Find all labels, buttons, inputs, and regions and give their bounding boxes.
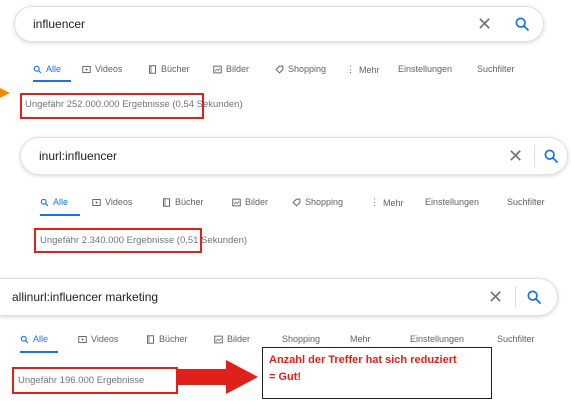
tab-bilder[interactable]: Bilder	[232, 197, 268, 207]
book-icon	[163, 197, 170, 207]
tab-videos[interactable]: Videos	[92, 197, 132, 207]
more-vert-icon: ⋮	[346, 64, 355, 74]
tab-alle[interactable]: Alle	[33, 64, 61, 74]
callout-line-1: Anzahl der Treffer hat sich reduziert	[269, 354, 457, 366]
tab-buecher[interactable]: Bücher	[162, 197, 204, 207]
tab-videos[interactable]: Videos	[82, 64, 122, 74]
tab-einstellungen[interactable]: Einstellungen	[398, 64, 452, 74]
annotation-arrow-head	[226, 360, 258, 394]
tab-einstellungen[interactable]: Einstellungen	[410, 334, 464, 344]
tab-mehr[interactable]: ⋮ Mehr	[370, 197, 404, 208]
tab-alle[interactable]: Alle	[40, 197, 68, 207]
video-icon	[78, 335, 87, 343]
search-icon	[33, 65, 42, 73]
search-box-2[interactable]: inurl:influencer ✕	[20, 137, 568, 175]
divider	[515, 286, 516, 308]
annotation-callout: Anzahl der Treffer hat sich reduziert = …	[262, 347, 492, 399]
search-query-3[interactable]: allinurl:influencer marketing	[12, 290, 158, 304]
tab-shopping[interactable]: Shopping	[282, 334, 320, 344]
video-icon	[92, 198, 101, 206]
tab-suchfilter[interactable]: Suchfilter	[477, 64, 515, 74]
search-query-2[interactable]: inurl:influencer	[39, 149, 117, 163]
search-icon	[40, 198, 49, 206]
close-icon[interactable]: ✕	[508, 147, 523, 165]
search-query-1[interactable]: influencer	[33, 17, 85, 31]
annotation-arrow-shaft	[178, 369, 228, 385]
highlight-box	[12, 367, 178, 394]
search-icon[interactable]	[543, 148, 559, 164]
search-box-3[interactable]: allinurl:influencer marketing ✕	[0, 278, 558, 316]
book-icon	[147, 334, 154, 344]
tab-shopping[interactable]: Shopping	[275, 64, 326, 74]
callout-line-2: = Gut!	[269, 371, 302, 383]
tab-suchfilter[interactable]: Suchfilter	[497, 334, 535, 344]
book-icon	[149, 64, 156, 74]
highlight-box	[20, 93, 204, 119]
image-icon	[214, 335, 223, 343]
more-vert-icon: ⋮	[370, 197, 379, 207]
tab-shopping[interactable]: Shopping	[292, 197, 343, 207]
image-icon	[213, 65, 222, 73]
tag-icon	[292, 198, 301, 207]
tab-alle[interactable]: Alle	[20, 334, 48, 344]
tab-mehr[interactable]: Mehr	[350, 334, 371, 344]
search-icon[interactable]	[526, 289, 542, 305]
tab-bilder[interactable]: Bilder	[214, 334, 250, 344]
tag-icon	[275, 65, 284, 74]
active-tab-underline	[33, 80, 71, 82]
divider	[534, 145, 535, 167]
active-tab-underline	[20, 351, 58, 353]
search-icon	[20, 335, 29, 343]
tab-einstellungen[interactable]: Einstellungen	[425, 197, 479, 207]
tab-buecher[interactable]: Bücher	[146, 334, 188, 344]
search-box-1[interactable]: influencer ✕	[14, 6, 544, 42]
pointer-arrow	[0, 88, 10, 98]
close-icon[interactable]: ✕	[477, 15, 492, 33]
tab-videos[interactable]: Videos	[78, 334, 118, 344]
tab-mehr[interactable]: ⋮ Mehr	[346, 64, 380, 75]
tab-bilder[interactable]: Bilder	[213, 64, 249, 74]
video-icon	[82, 65, 91, 73]
tab-buecher[interactable]: Bücher	[148, 64, 190, 74]
active-tab-underline	[40, 214, 80, 216]
highlight-box	[34, 228, 202, 253]
tab-suchfilter[interactable]: Suchfilter	[507, 197, 545, 207]
image-icon	[232, 198, 241, 206]
search-icon[interactable]	[514, 16, 530, 32]
close-icon[interactable]: ✕	[488, 288, 503, 306]
